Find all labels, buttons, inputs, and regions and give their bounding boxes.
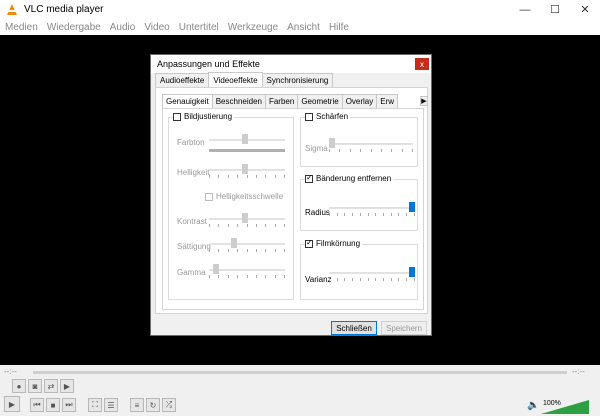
- frame-step-icon[interactable]: ▶: [60, 379, 74, 393]
- stop-icon[interactable]: ■: [46, 398, 60, 412]
- tab-audioeffekte[interactable]: Audioeffekte: [155, 73, 210, 87]
- banding-group: Bänderung entfernen Radius: [300, 173, 418, 231]
- tab-synchronisierung[interactable]: Synchronisierung: [261, 73, 334, 87]
- kontrast-label: Kontrast: [177, 217, 207, 226]
- saettigung-slider[interactable]: [209, 238, 285, 252]
- saettigung-label: Sättigung: [177, 242, 211, 251]
- sharpen-label: Schärfen: [316, 112, 349, 121]
- genauigkeit-panel: Bildjustierung Farbton Helligkeit Hellig…: [162, 108, 424, 310]
- threshold-checkbox[interactable]: [205, 192, 213, 201]
- threshold-row: Helligkeitsschwelle: [205, 192, 283, 201]
- playback-controls: --:-- --:-- ● ◙ ⇄ ▶ ▶ ⏮ ■ ⏭ ⛶ ☰ ≡ ↻ ⤮ 🔈 …: [0, 365, 600, 416]
- menu-bar: Medien Wiedergabe Audio Video Untertitel…: [0, 19, 600, 35]
- loop-ab-icon[interactable]: ⇄: [44, 379, 58, 393]
- farbton-hue-bar: [209, 149, 285, 152]
- sigma-label: Sigma: [305, 144, 328, 153]
- threshold-label: Helligkeitsschwelle: [216, 192, 284, 201]
- kontrast-slider[interactable]: [209, 213, 285, 227]
- fullscreen-icon[interactable]: ⛶: [88, 398, 102, 412]
- menu-ansicht[interactable]: Ansicht: [287, 22, 320, 33]
- video-effects-panel: Genauigkeit Beschneiden Farben Geometrie…: [155, 87, 428, 314]
- save-button[interactable]: Speichern: [381, 321, 427, 335]
- extended-settings-icon[interactable]: ☰: [104, 398, 118, 412]
- varianz-slider[interactable]: [329, 267, 415, 281]
- snapshot-icon[interactable]: ◙: [28, 379, 42, 393]
- dialog-title-bar: Anpassungen und Effekte x: [151, 55, 431, 73]
- play-icon[interactable]: ▶: [4, 396, 20, 412]
- title-bar: VLC media player — ☐ ✕: [0, 0, 600, 19]
- banding-label: Bänderung entfernen: [316, 174, 392, 183]
- record-icon[interactable]: ●: [12, 379, 26, 393]
- seek-bar[interactable]: [33, 371, 567, 374]
- close-button[interactable]: ✕: [570, 0, 600, 19]
- dialog-title: Anpassungen und Effekte: [157, 59, 260, 69]
- loop-icon[interactable]: ↻: [146, 398, 160, 412]
- tab-videoeffekte[interactable]: Videoeffekte: [208, 72, 263, 87]
- subtab-beschneiden[interactable]: Beschneiden: [211, 94, 266, 108]
- menu-werkzeuge[interactable]: Werkzeuge: [228, 22, 278, 33]
- subtab-scroll-right-icon[interactable]: ▶: [420, 96, 428, 106]
- farbton-label: Farbton: [177, 138, 205, 147]
- radius-label: Radius: [305, 208, 330, 217]
- radius-slider[interactable]: [329, 202, 415, 216]
- menu-medien[interactable]: Medien: [5, 22, 38, 33]
- grain-group: Filmkörnung Varianz: [300, 238, 418, 300]
- shuffle-icon[interactable]: ⤮: [162, 398, 176, 412]
- menu-untertitel[interactable]: Untertitel: [179, 22, 219, 33]
- sharpen-group: Schärfen Sigma: [300, 112, 418, 167]
- elapsed-time: --:--: [4, 367, 17, 376]
- window-title: VLC media player: [24, 4, 104, 15]
- volume-speaker-icon[interactable]: 🔈: [527, 400, 539, 411]
- sharpen-checkbox[interactable]: [305, 112, 313, 121]
- farbton-slider[interactable]: [209, 134, 285, 146]
- sigma-slider[interactable]: [329, 138, 413, 152]
- menu-video[interactable]: Video: [144, 22, 169, 33]
- menu-audio[interactable]: Audio: [110, 22, 136, 33]
- effects-dialog: Anpassungen und Effekte x Audioeffekte V…: [150, 54, 432, 336]
- minimize-button[interactable]: —: [510, 0, 540, 19]
- previous-icon[interactable]: ⏮: [30, 398, 44, 412]
- close-dialog-button[interactable]: Schließen: [331, 321, 377, 335]
- grain-checkbox[interactable]: [305, 238, 313, 248]
- next-icon[interactable]: ⏭: [62, 398, 76, 412]
- volume-slider[interactable]: [541, 400, 589, 414]
- helligkeit-slider[interactable]: [209, 164, 285, 178]
- subtab-overlay[interactable]: Overlay: [341, 94, 378, 108]
- vlc-cone-icon: [5, 3, 19, 17]
- banding-checkbox[interactable]: [305, 173, 313, 183]
- menu-hilfe[interactable]: Hilfe: [329, 22, 349, 33]
- subtab-geometrie[interactable]: Geometrie: [297, 94, 343, 108]
- menu-wiedergabe[interactable]: Wiedergabe: [47, 22, 101, 33]
- playlist-icon[interactable]: ≡: [130, 398, 144, 412]
- gamma-slider[interactable]: [209, 264, 285, 278]
- helligkeit-label: Helligkeit: [177, 168, 210, 177]
- varianz-label: Varianz: [305, 275, 332, 284]
- image-adjust-label: Bildjustierung: [184, 112, 233, 121]
- subtab-farben[interactable]: Farben: [264, 94, 299, 108]
- dialog-close-button[interactable]: x: [415, 58, 429, 70]
- maximize-button[interactable]: ☐: [540, 0, 570, 19]
- grain-label: Filmkörnung: [316, 239, 361, 248]
- subtab-genauigkeit[interactable]: Genauigkeit: [162, 94, 213, 108]
- subtab-erw[interactable]: Erw: [376, 94, 399, 108]
- image-adjust-checkbox[interactable]: [173, 112, 181, 121]
- gamma-label: Gamma: [177, 268, 206, 277]
- total-time: --:--: [572, 367, 585, 376]
- image-adjust-group: Bildjustierung Farbton Helligkeit Hellig…: [168, 112, 294, 300]
